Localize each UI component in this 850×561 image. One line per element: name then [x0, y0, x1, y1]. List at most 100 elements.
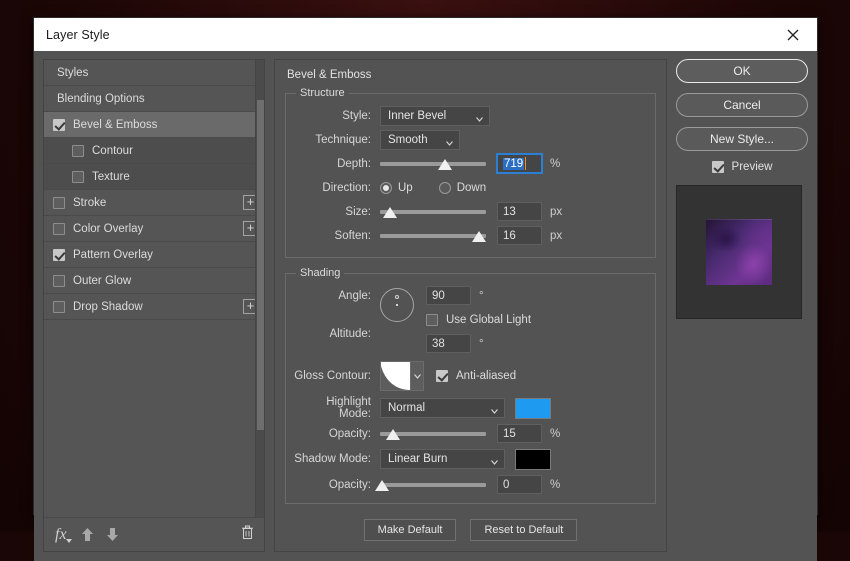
checkbox-bevel-emboss[interactable] [53, 119, 65, 131]
checkbox-stroke[interactable] [53, 197, 65, 209]
styles-list-scrollbar[interactable] [255, 60, 264, 517]
highlight-mode-value: Normal [388, 402, 425, 414]
angle-dial[interactable] [380, 288, 414, 322]
sidebar-item-texture[interactable]: Texture [44, 164, 264, 190]
shadow-opacity-slider[interactable] [380, 476, 486, 494]
depth-slider[interactable] [380, 155, 486, 173]
technique-select-value: Smooth [388, 134, 428, 146]
sidebar-item-blending-options[interactable]: Blending Options [44, 86, 264, 112]
checkbox-texture[interactable] [72, 171, 84, 183]
size-input[interactable]: 13 [497, 202, 542, 221]
shadow-mode-row: Shadow Mode: Linear Burn [294, 447, 647, 471]
highlight-opacity-input[interactable]: 15 [497, 424, 542, 443]
slider-handle[interactable] [375, 480, 389, 491]
size-row: Size: 13 px [294, 201, 647, 222]
depth-row: Depth: 719 % [294, 153, 647, 174]
styles-list: Styles Blending Options Bevel & Emboss C… [44, 60, 264, 517]
make-default-button[interactable]: Make Default [364, 519, 457, 541]
scrollbar-thumb[interactable] [257, 100, 264, 430]
soften-slider[interactable] [380, 227, 486, 245]
fx-icon[interactable]: fx [55, 526, 67, 544]
altitude-input[interactable]: 38 [426, 334, 471, 353]
gloss-contour-thumbnail [381, 362, 410, 390]
soften-input-value: 16 [503, 230, 516, 242]
highlight-color-swatch[interactable] [515, 398, 551, 419]
chevron-down-icon [446, 138, 453, 145]
chevron-down-icon[interactable] [410, 362, 423, 390]
highlight-opacity-slider[interactable] [380, 425, 486, 443]
use-global-light-row: Use Global Light [426, 309, 647, 330]
sidebar-item-color-overlay[interactable]: Color Overlay + [44, 216, 264, 242]
sidebar-item-outer-glow[interactable]: Outer Glow [44, 268, 264, 294]
sidebar-item-pattern-overlay[interactable]: Pattern Overlay [44, 242, 264, 268]
sidebar-item-stroke[interactable]: Stroke + [44, 190, 264, 216]
style-select[interactable]: Inner Bevel [380, 106, 490, 126]
use-global-light-label: Use Global Light [446, 314, 531, 326]
technique-row: Technique: Smooth [294, 129, 647, 150]
sidebar-item-label: Drop Shadow [73, 301, 243, 313]
technique-select[interactable]: Smooth [380, 130, 460, 150]
highlight-opacity-label: Opacity: [294, 428, 380, 440]
soften-input[interactable]: 16 [497, 226, 542, 245]
sidebar-item-styles[interactable]: Styles [44, 60, 264, 86]
reset-to-default-button[interactable]: Reset to Default [470, 519, 577, 541]
sidebar-item-contour[interactable]: Contour [44, 138, 264, 164]
slider-handle[interactable] [472, 231, 486, 242]
radio-direction-down[interactable] [439, 182, 451, 194]
highlight-mode-row: Highlight Mode: Normal [294, 396, 647, 420]
cancel-button[interactable]: Cancel [676, 93, 808, 117]
depth-input[interactable]: 719 [497, 154, 542, 173]
ok-button[interactable]: OK [676, 59, 808, 83]
highlight-opacity-row: Opacity: 15 % [294, 423, 647, 444]
sidebar-item-label: Bevel & Emboss [73, 119, 258, 131]
highlight-mode-select[interactable]: Normal [380, 398, 505, 418]
sidebar-item-label: Pattern Overlay [73, 249, 258, 261]
slider-handle[interactable] [383, 207, 397, 218]
highlight-mode-label: Highlight Mode: [294, 396, 380, 420]
depth-label: Depth: [294, 158, 380, 170]
chevron-down-icon [491, 406, 498, 413]
sidebar-item-bevel-emboss[interactable]: Bevel & Emboss [44, 112, 264, 138]
dialog-title: Layer Style [46, 28, 779, 42]
styles-panel: Styles Blending Options Bevel & Emboss C… [43, 59, 265, 552]
size-unit: px [550, 206, 562, 218]
checkbox-anti-aliased[interactable] [436, 370, 448, 382]
checkbox-preview[interactable] [712, 161, 724, 173]
shadow-mode-select[interactable]: Linear Burn [380, 449, 505, 469]
shading-legend: Shading [296, 267, 344, 279]
sidebar-item-label: Contour [92, 145, 258, 157]
chevron-down-icon [491, 457, 498, 464]
checkbox-contour[interactable] [72, 145, 84, 157]
bevel-emboss-panel: Bevel & Emboss Structure Style: Inner Be… [274, 59, 667, 552]
close-icon[interactable] [779, 22, 807, 48]
radio-direction-up[interactable] [380, 182, 392, 194]
preview-toggle[interactable]: Preview [676, 161, 808, 173]
angle-dial-center [396, 304, 398, 306]
gloss-contour-label: Gloss Contour: [294, 370, 380, 382]
anti-aliased-toggle[interactable]: Anti-aliased [436, 370, 516, 382]
size-slider[interactable] [380, 203, 486, 221]
direction-row: Direction: Up Down [294, 177, 647, 198]
angle-input[interactable]: 90 [426, 286, 471, 305]
checkbox-use-global-light[interactable] [426, 314, 438, 326]
slider-handle[interactable] [438, 159, 452, 170]
angle-dial-handle[interactable] [395, 295, 399, 299]
checkbox-drop-shadow[interactable] [53, 301, 65, 313]
checkbox-pattern-overlay[interactable] [53, 249, 65, 261]
sidebar-item-drop-shadow[interactable]: Drop Shadow + [44, 294, 264, 320]
arrow-up-icon[interactable] [81, 527, 94, 542]
altitude-value-row: 38 ° [426, 333, 647, 354]
arrow-down-icon[interactable] [106, 527, 119, 542]
new-style-button[interactable]: New Style... [676, 127, 808, 151]
style-select-value: Inner Bevel [388, 110, 446, 122]
highlight-opacity-value: 15 [503, 428, 516, 440]
trash-icon[interactable] [241, 525, 254, 545]
slider-handle[interactable] [386, 429, 400, 440]
checkbox-color-overlay[interactable] [53, 223, 65, 235]
gloss-contour-picker[interactable] [380, 361, 424, 391]
shadow-opacity-input[interactable]: 0 [497, 475, 542, 494]
sidebar-item-label: Outer Glow [73, 275, 258, 287]
checkbox-outer-glow[interactable] [53, 275, 65, 287]
shadow-color-swatch[interactable] [515, 449, 551, 470]
structure-legend: Structure [296, 87, 349, 99]
